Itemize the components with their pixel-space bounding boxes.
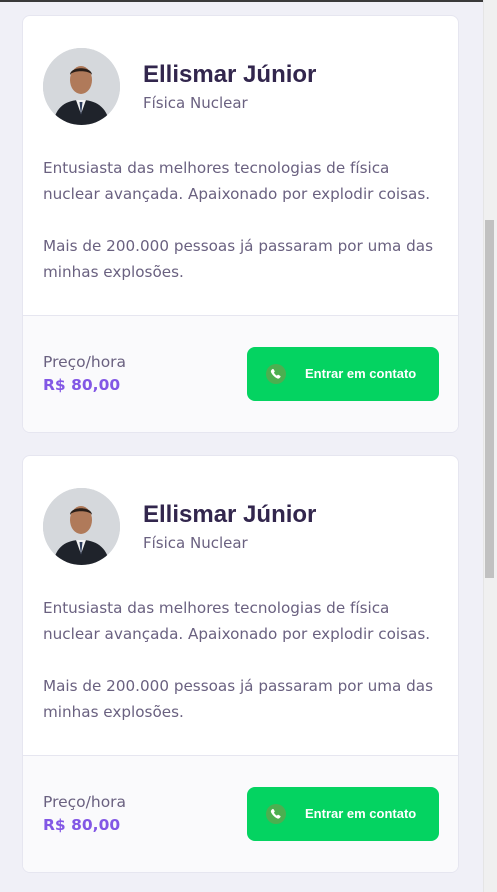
teacher-bio: Entusiasta das melhores tecnologias de f… xyxy=(43,155,448,285)
teacher-card: Ellismar Júnior Física Nuclear Entusiast… xyxy=(22,15,459,433)
teacher-list: Ellismar Júnior Física Nuclear Entusiast… xyxy=(0,2,483,892)
teacher-footer: Preço/hora R$ 80,00 Entrar em contato xyxy=(23,315,458,432)
teacher-bio: Entusiasta das melhores tecnologias de f… xyxy=(43,595,448,725)
teacher-footer: Preço/hora R$ 80,00 Entrar em contato xyxy=(23,755,458,872)
teacher-header: Ellismar Júnior Física Nuclear xyxy=(43,48,316,125)
teacher-identity: Ellismar Júnior Física Nuclear xyxy=(143,501,316,552)
contact-button[interactable]: Entrar em contato xyxy=(247,347,439,401)
teacher-subject: Física Nuclear xyxy=(143,94,248,112)
contact-button-label: Entrar em contato xyxy=(305,806,417,821)
whatsapp-icon xyxy=(266,364,286,384)
price-label: Preço/hora xyxy=(43,793,127,811)
teacher-photo xyxy=(43,48,120,125)
teacher-card: Ellismar Júnior Física Nuclear Entusiast… xyxy=(22,455,459,873)
price-label: Preço/hora xyxy=(43,353,127,371)
teacher-name: Ellismar Júnior xyxy=(143,501,317,528)
scrollbar[interactable] xyxy=(483,0,497,892)
whatsapp-icon xyxy=(266,804,286,824)
price-value: R$ 80,00 xyxy=(43,376,121,394)
teacher-name: Ellismar Júnior xyxy=(143,61,317,88)
bio-paragraph: Entusiasta das melhores tecnologias de f… xyxy=(43,599,431,643)
contact-button-label: Entrar em contato xyxy=(305,366,417,381)
teacher-photo xyxy=(43,488,120,565)
teacher-header: Ellismar Júnior Física Nuclear xyxy=(43,488,316,565)
contact-button[interactable]: Entrar em contato xyxy=(247,787,439,841)
teacher-identity: Ellismar Júnior Física Nuclear xyxy=(143,61,316,112)
bio-paragraph: Entusiasta das melhores tecnologias de f… xyxy=(43,159,431,203)
scrollbar-thumb[interactable] xyxy=(485,220,494,578)
bio-paragraph: Mais de 200.000 pessoas já passaram por … xyxy=(43,677,433,721)
teacher-avatar xyxy=(43,48,120,125)
price-value: R$ 80,00 xyxy=(43,816,121,834)
bio-paragraph: Mais de 200.000 pessoas já passaram por … xyxy=(43,237,433,281)
teacher-subject: Física Nuclear xyxy=(143,534,248,552)
teacher-avatar xyxy=(43,488,120,565)
